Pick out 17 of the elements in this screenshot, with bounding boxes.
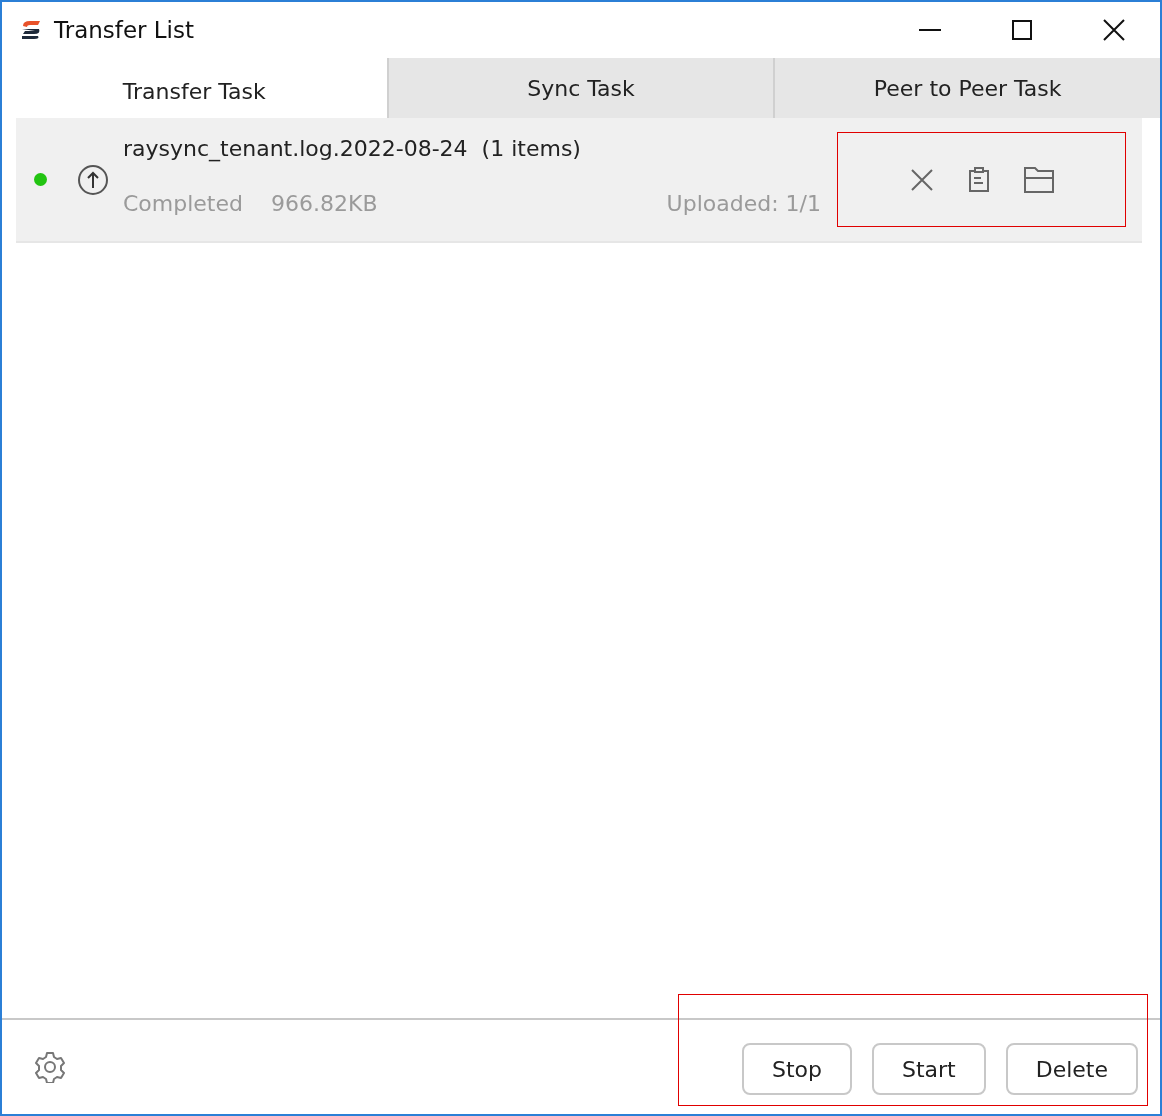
task-size: 966.82KB bbox=[271, 190, 378, 216]
footer-button[interactable]: Start bbox=[871, 1043, 986, 1095]
task-status: Completed bbox=[123, 190, 243, 216]
settings-icon[interactable] bbox=[34, 1051, 66, 1083]
close-icon[interactable] bbox=[1103, 19, 1125, 41]
clipboard-icon[interactable] bbox=[967, 166, 990, 193]
window-title: Transfer List bbox=[54, 17, 195, 43]
uploaded-count-text: Uploaded: 1/1 bbox=[666, 190, 821, 216]
footer-button[interactable]: Stop bbox=[741, 1043, 852, 1095]
task-name: raysync_tenant.log.2022-08-24 (1 items) bbox=[123, 135, 582, 161]
footer-button[interactable]: Delete bbox=[1005, 1043, 1138, 1095]
task-row[interactable]: raysync_tenant.log.2022-08-24 (1 items) Completed 966.82KB Uploaded: 1/1 bbox=[16, 118, 1142, 243]
maximize-icon[interactable] bbox=[1012, 20, 1032, 40]
upload-icon bbox=[77, 163, 109, 196]
folder-icon[interactable] bbox=[1023, 166, 1054, 193]
app-logo-icon bbox=[20, 20, 42, 40]
tab[interactable]: Transfer Task bbox=[2, 58, 389, 118]
